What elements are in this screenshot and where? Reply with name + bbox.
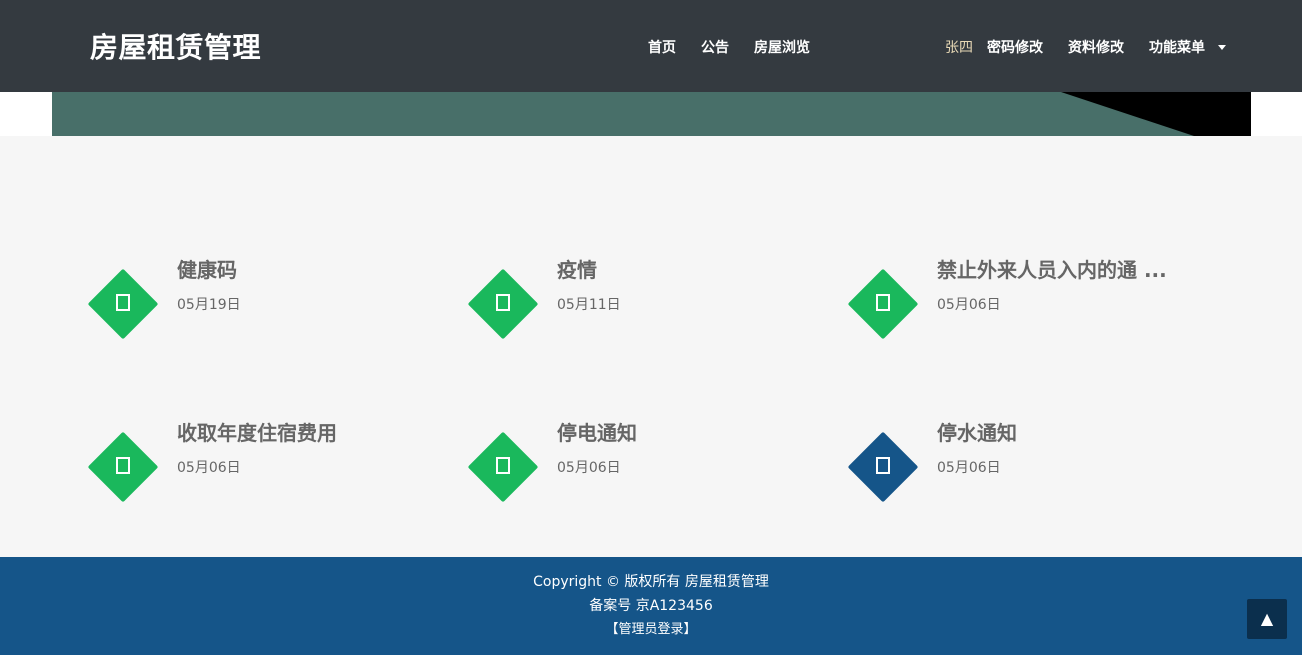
notice-date: 05月19日 <box>177 297 241 313</box>
doc-icon <box>85 266 161 342</box>
nav-notice-link[interactable]: 公告 <box>701 37 729 57</box>
notice-item[interactable]: 禁止外来人员入内的通 ... 05月06日 <box>845 256 1205 346</box>
notice-date: 05月06日 <box>557 460 621 476</box>
doc-icon <box>845 429 921 505</box>
admin-login-link[interactable]: 【管理员登录】 <box>0 620 1302 640</box>
notice-date: 05月06日 <box>177 460 241 476</box>
chevron-down-icon <box>1217 44 1226 50</box>
notice-title[interactable]: 收取年度住宿费用 <box>177 419 337 447</box>
change-password-link[interactable]: 密码修改 <box>987 37 1043 57</box>
edit-profile-link[interactable]: 资料修改 <box>1068 37 1124 57</box>
back-to-top-button[interactable]: ▲ <box>1247 599 1287 639</box>
top-navbar: 房屋租赁管理 首页 公告 房屋浏览 张四 密码修改 资料修改 功能菜单 <box>0 0 1302 92</box>
notice-date: 05月06日 <box>937 460 1001 476</box>
notice-item[interactable]: 健康码 05月19日 <box>85 256 445 346</box>
doc-icon <box>85 429 161 505</box>
banner-image <box>52 92 1251 136</box>
notice-title[interactable]: 停电通知 <box>557 419 637 447</box>
doc-icon <box>845 266 921 342</box>
notice-item[interactable]: 停水通知 05月06日 <box>845 419 1205 509</box>
nav-house-browse-link[interactable]: 房屋浏览 <box>754 37 810 57</box>
site-footer: Copyright © 版权所有 房屋租赁管理 备案号 京A123456 【管理… <box>0 557 1302 655</box>
doc-icon <box>465 266 541 342</box>
copyright-text: Copyright © 版权所有 房屋租赁管理 <box>533 574 769 590</box>
notice-title[interactable]: 停水通知 <box>937 419 1017 447</box>
doc-icon <box>465 429 541 505</box>
arrow-up-icon: ▲ <box>1260 609 1274 628</box>
icp-text: 备案号 京A123456 <box>589 598 713 614</box>
banner-black-shape <box>1061 92 1251 136</box>
function-menu-dropdown[interactable]: 功能菜单 <box>1149 37 1226 57</box>
main-nav: 首页 公告 房屋浏览 <box>648 37 810 57</box>
user-nav: 张四 密码修改 资料修改 功能菜单 <box>945 37 1226 57</box>
site-title[interactable]: 房屋租赁管理 <box>90 26 261 66</box>
notice-title[interactable]: 疫情 <box>557 256 597 284</box>
notice-date: 05月06日 <box>937 297 1001 313</box>
notice-item[interactable]: 疫情 05月11日 <box>465 256 825 346</box>
notice-title[interactable]: 健康码 <box>177 256 237 284</box>
notice-item[interactable]: 收取年度住宿费用 05月06日 <box>85 419 445 509</box>
notice-list: 健康码 05月19日 疫情 05月11日 禁止外来人员入内的通 ... 05月0… <box>0 136 1302 557</box>
banner-area <box>0 92 1302 136</box>
current-user-name: 张四 <box>945 40 973 56</box>
notice-item[interactable]: 停电通知 05月06日 <box>465 419 825 509</box>
function-menu-label: 功能菜单 <box>1149 40 1205 56</box>
notice-title[interactable]: 禁止外来人员入内的通 ... <box>937 256 1167 284</box>
notice-date: 05月11日 <box>557 297 621 313</box>
nav-home-link[interactable]: 首页 <box>648 37 676 57</box>
